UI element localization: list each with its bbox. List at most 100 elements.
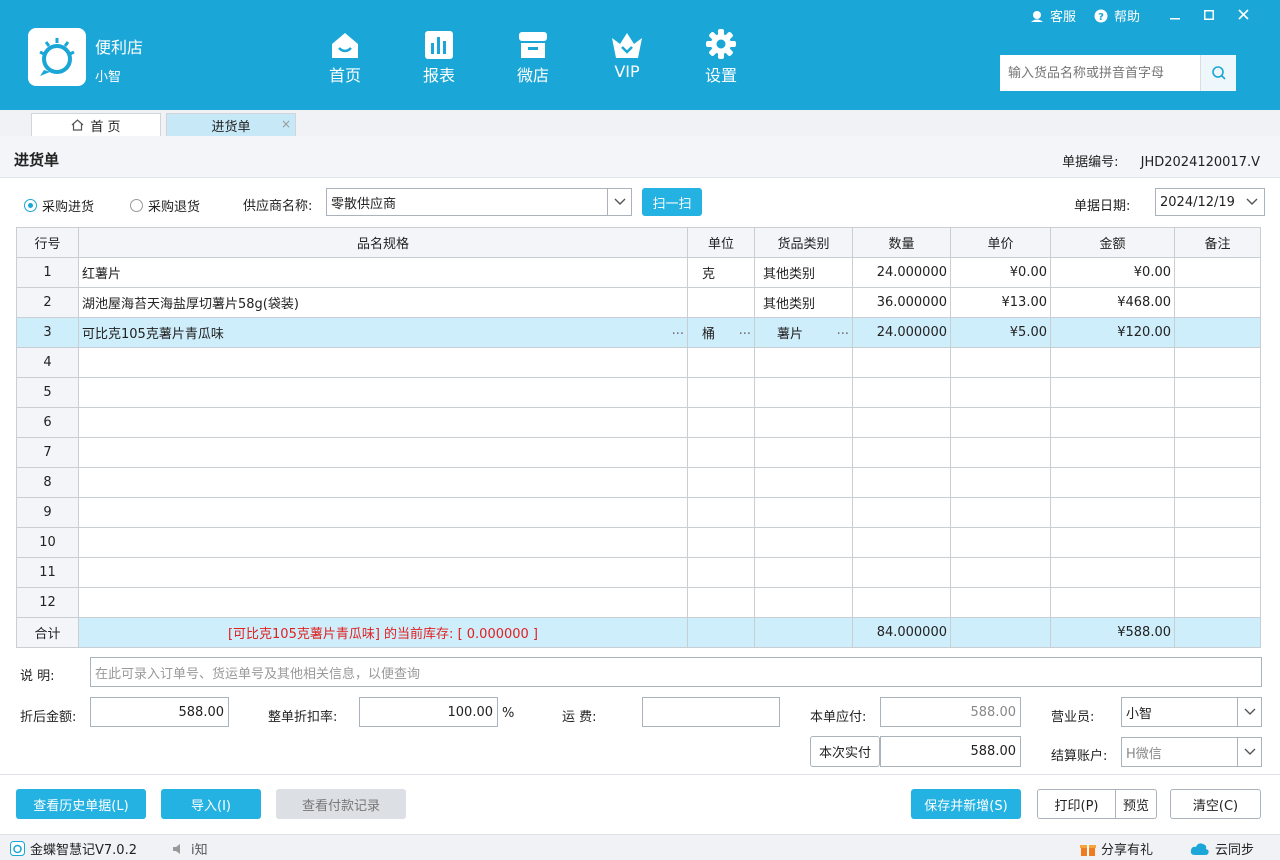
cell-price[interactable]: ¥5.00: [950, 317, 1051, 348]
maximize-button[interactable]: [1192, 8, 1226, 24]
cell-name[interactable]: [78, 587, 688, 618]
table-row[interactable]: 7: [16, 437, 1261, 468]
cell-name[interactable]: 湖池屋海苔天海盐厚切薯片58g(袋装): [78, 287, 688, 318]
cell-amount[interactable]: [1050, 587, 1175, 618]
cell-unit[interactable]: [687, 557, 755, 588]
actual-paid-button[interactable]: 本次实付: [810, 736, 880, 767]
cell-quantity[interactable]: [852, 467, 951, 498]
cell-quantity[interactable]: [852, 347, 951, 378]
cell-category[interactable]: 其他类别: [754, 287, 853, 318]
cell-name[interactable]: 红薯片: [78, 257, 688, 288]
cell-unit[interactable]: [687, 347, 755, 378]
preview-button[interactable]: 预览: [1115, 789, 1157, 819]
nav-vip[interactable]: VIP: [580, 28, 674, 86]
cell-note[interactable]: [1174, 407, 1261, 438]
table-row-selected[interactable]: 3 可比克105克薯片青瓜味... 桶... 薯片... 24.000000 ¥…: [16, 317, 1261, 348]
cloud-sync-link[interactable]: 云同步: [1190, 839, 1254, 858]
cell-name[interactable]: [78, 527, 688, 558]
table-row[interactable]: 6: [16, 407, 1261, 438]
save-new-button[interactable]: 保存并新增(S): [911, 789, 1021, 819]
cell-category[interactable]: [754, 557, 853, 588]
cell-price[interactable]: [950, 587, 1051, 618]
cell-quantity[interactable]: [852, 437, 951, 468]
cell-quantity[interactable]: 24.000000: [852, 257, 951, 288]
cell-note[interactable]: [1174, 287, 1261, 318]
nav-shop[interactable]: 微店: [486, 28, 580, 86]
cell-note[interactable]: [1174, 527, 1261, 558]
cell-category[interactable]: [754, 497, 853, 528]
cell-quantity[interactable]: [852, 497, 951, 528]
note-input[interactable]: 在此可录入订单号、货运单号及其他相关信息，以便查询: [90, 657, 1262, 687]
category-picker-icon[interactable]: ...: [837, 323, 849, 342]
cell-name[interactable]: [78, 497, 688, 528]
nav-report[interactable]: 报表: [392, 28, 486, 86]
cell-price[interactable]: [950, 377, 1051, 408]
cell-amount[interactable]: [1050, 527, 1175, 558]
cell-price[interactable]: [950, 407, 1051, 438]
actual-paid-input[interactable]: 588.00: [880, 736, 1021, 767]
cell-category[interactable]: [754, 377, 853, 408]
cell-note[interactable]: [1174, 467, 1261, 498]
table-row[interactable]: 11: [16, 557, 1261, 588]
cell-quantity[interactable]: [852, 377, 951, 408]
discount-amount-input[interactable]: 588.00: [90, 697, 229, 727]
cell-note[interactable]: [1174, 587, 1261, 618]
cell-category[interactable]: 薯片...: [754, 317, 853, 348]
table-row[interactable]: 5: [16, 377, 1261, 408]
name-picker-icon[interactable]: ...: [672, 323, 684, 342]
cell-price[interactable]: [950, 437, 1051, 468]
table-row[interactable]: 9: [16, 497, 1261, 528]
unit-picker-icon[interactable]: ...: [739, 323, 751, 342]
cell-unit[interactable]: [687, 587, 755, 618]
tab-home[interactable]: 首 页: [31, 113, 161, 136]
cell-note[interactable]: [1174, 317, 1261, 348]
cell-category[interactable]: [754, 347, 853, 378]
cell-amount[interactable]: [1050, 437, 1175, 468]
cell-quantity[interactable]: [852, 527, 951, 558]
discount-rate-input[interactable]: 100.00: [359, 697, 498, 727]
cell-note[interactable]: [1174, 347, 1261, 378]
print-button[interactable]: 打印(P): [1037, 789, 1116, 819]
salesman-select[interactable]: 小智: [1121, 697, 1262, 727]
cell-amount[interactable]: [1050, 497, 1175, 528]
cell-amount[interactable]: [1050, 377, 1175, 408]
share-gift-link[interactable]: 分享有礼: [1080, 839, 1153, 858]
clear-button[interactable]: 清空(C): [1170, 789, 1261, 819]
table-row[interactable]: 1 红薯片 克 其他类别 24.000000 ¥0.00 ¥0.00: [16, 257, 1261, 288]
cell-note[interactable]: [1174, 497, 1261, 528]
scan-button[interactable]: 扫一扫: [642, 188, 702, 216]
supplier-select[interactable]: 零散供应商: [326, 188, 632, 216]
history-button[interactable]: 查看历史单据(L): [16, 789, 146, 819]
table-row[interactable]: 4: [16, 347, 1261, 378]
cell-quantity[interactable]: [852, 557, 951, 588]
cell-amount[interactable]: ¥468.00: [1050, 287, 1175, 318]
cell-unit[interactable]: 克: [687, 257, 755, 288]
cell-unit[interactable]: 桶...: [687, 317, 755, 348]
search-input[interactable]: [1000, 55, 1200, 91]
cell-note[interactable]: [1174, 437, 1261, 468]
cell-category[interactable]: [754, 407, 853, 438]
cell-price[interactable]: ¥13.00: [950, 287, 1051, 318]
cell-name[interactable]: [78, 347, 688, 378]
cell-quantity[interactable]: 24.000000: [852, 317, 951, 348]
search-button[interactable]: [1200, 55, 1236, 91]
cell-category[interactable]: [754, 527, 853, 558]
nav-settings[interactable]: 设置: [674, 28, 768, 86]
close-window-button[interactable]: [1226, 8, 1260, 24]
cell-price[interactable]: ¥0.00: [950, 257, 1051, 288]
cell-price[interactable]: [950, 497, 1051, 528]
cell-unit[interactable]: [687, 437, 755, 468]
table-row[interactable]: 12: [16, 587, 1261, 618]
cell-name[interactable]: [78, 377, 688, 408]
cell-name[interactable]: [78, 407, 688, 438]
table-row[interactable]: 2 湖池屋海苔天海盐厚切薯片58g(袋装) 其他类别 36.000000 ¥13…: [16, 287, 1261, 318]
cell-amount[interactable]: ¥120.00: [1050, 317, 1175, 348]
account-select[interactable]: H微信: [1121, 737, 1262, 767]
tab-purchase-order[interactable]: 进货单 ×: [166, 113, 296, 136]
cell-unit[interactable]: [687, 287, 755, 318]
cell-unit[interactable]: [687, 377, 755, 408]
help-link[interactable]: ? 帮助: [1094, 6, 1140, 25]
cell-name[interactable]: [78, 467, 688, 498]
date-picker[interactable]: 2024/12/19: [1155, 188, 1265, 216]
cell-price[interactable]: [950, 527, 1051, 558]
